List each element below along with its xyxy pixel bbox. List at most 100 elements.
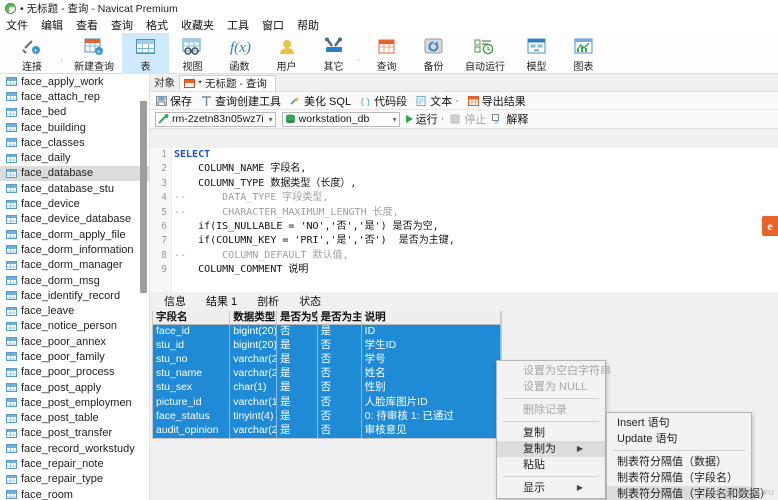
cell-comment[interactable]: ID — [362, 324, 501, 339]
cell-comment[interactable]: 学生ID — [362, 338, 501, 353]
sql-code[interactable]: SELECT COLUMN_NAME 字段名, COLUMN_TYPE 数据类型… — [174, 148, 778, 292]
tab-info[interactable]: 信息 — [154, 293, 196, 309]
table-list-item[interactable]: face_attach_rep — [0, 89, 149, 104]
cell-comment[interactable]: 学号 — [362, 352, 501, 368]
cell-primary-key[interactable]: 否 — [318, 338, 362, 353]
export-result-button[interactable]: 导出结果 — [467, 93, 526, 109]
cell-field-name[interactable]: stu_name — [153, 367, 231, 382]
ribbon-button-model[interactable]: 模型 — [513, 33, 560, 74]
table-list-item[interactable]: face_daily — [0, 150, 149, 165]
cell-comment[interactable]: 姓名 — [362, 367, 501, 382]
query-builder-button[interactable]: 查询创建工具 — [201, 93, 281, 109]
table-list-item[interactable]: face_post_apply — [0, 380, 149, 395]
table-list-item[interactable]: face_dorm_information — [0, 242, 149, 257]
menu-item-favorites[interactable]: 收藏夹 — [181, 17, 223, 33]
table-list-item[interactable]: face_identify_record — [0, 288, 149, 303]
context-menu[interactable]: 设置为空白字符串 设置为 NULL 删除记录 复制 复制为 ▶ 粘贴 显示 ▶ — [496, 360, 611, 499]
context-menu-item-copy[interactable]: 复制 — [497, 425, 605, 441]
submenu-item-tab-separated-data[interactable]: 制表符分隔值（数据） — [607, 454, 751, 470]
ribbon-button-backup[interactable]: 备份 — [410, 33, 457, 74]
beautify-sql-button[interactable]: 美化 SQL — [290, 93, 351, 109]
ribbon-button-automation[interactable]: 自动运行 — [457, 33, 513, 74]
result-grid[interactable]: 字段名 数据类型（长... 是否为空 是否为主键 说明 face_id bigi… — [152, 311, 502, 440]
ribbon-button-other[interactable]: 其它 — [310, 33, 357, 74]
menu-item-format[interactable]: 格式 — [146, 17, 177, 33]
cell-nullable[interactable]: 是 — [277, 338, 318, 353]
table-row[interactable]: stu_name varchar(20) 是 否 姓名 — [153, 367, 501, 382]
table-row[interactable]: picture_id varchar(100) 是 否 人脸库图片ID — [153, 395, 501, 410]
ribbon-button-user[interactable]: 用户 — [263, 33, 310, 74]
table-row[interactable]: face_id bigint(20) 否 是 ID — [153, 324, 501, 339]
table-list-pane[interactable]: face_apply_work face_attach_rep face_bed… — [0, 74, 150, 500]
cell-primary-key[interactable]: 是 — [318, 324, 362, 339]
ribbon-button-view[interactable]: 视图 — [169, 33, 216, 74]
cell-nullable[interactable]: 是 — [277, 367, 318, 382]
cell-primary-key[interactable]: 否 — [318, 352, 362, 368]
table-list-item[interactable]: face_bed — [0, 105, 149, 120]
menu-item-edit[interactable]: 编辑 — [41, 17, 72, 33]
code-snippet-button[interactable]: () 代码段 — [360, 93, 407, 109]
run-dropdown-dot[interactable]: · — [441, 113, 445, 125]
cell-data-type[interactable]: varchar(255) — [230, 423, 278, 439]
cell-nullable[interactable]: 是 — [277, 395, 318, 410]
table-list-item[interactable]: face_building — [0, 120, 149, 135]
cell-field-name[interactable]: face_id — [153, 324, 231, 339]
context-menu-item-paste[interactable]: 粘贴 — [497, 457, 605, 473]
save-button[interactable]: 保存 — [156, 93, 192, 109]
run-button[interactable]: 运行 — [405, 111, 438, 127]
table-list-item[interactable]: face_poor_process — [0, 365, 149, 380]
table-list-item[interactable]: face_poor_family — [0, 349, 149, 364]
table-list-item[interactable]: face_post_table — [0, 411, 149, 426]
tab-status[interactable]: 状态 — [289, 293, 331, 309]
table-list-item[interactable]: face_notice_person — [0, 319, 149, 334]
table-list-item[interactable]: face_classes — [0, 135, 149, 150]
tab-result-1[interactable]: 结果 1 — [196, 293, 247, 309]
copy-as-submenu[interactable]: Insert 语句 Update 语句 制表符分隔值（数据） 制表符分隔值（字段… — [606, 412, 771, 500]
cell-data-type[interactable]: varchar(20) — [230, 352, 278, 368]
cell-comment[interactable]: 人脸库图片ID — [362, 395, 501, 410]
cell-nullable[interactable]: 是 — [277, 423, 318, 439]
ribbon-button-table[interactable]: 表 — [122, 33, 169, 74]
menu-item-help[interactable]: 帮助 — [297, 17, 328, 33]
table-row[interactable]: stu_sex char(1) 是 否 性别 — [153, 381, 501, 396]
menu-item-view[interactable]: 查看 — [76, 17, 107, 33]
cell-field-name[interactable]: stu_sex — [153, 381, 231, 396]
context-menu-item-display[interactable]: 显示 ▶ — [497, 480, 605, 496]
submenu-item-insert-statement[interactable]: Insert 语句 — [607, 415, 751, 431]
cell-field-name[interactable]: stu_no — [153, 352, 231, 368]
submenu-item-update-statement[interactable]: Update 语句 — [607, 431, 751, 447]
column-header-data-type[interactable]: 数据类型（长... — [230, 311, 278, 324]
column-header-nullable[interactable]: 是否为空 — [277, 311, 318, 324]
table-row[interactable]: stu_id bigint(20) 是 否 学生ID — [153, 338, 501, 353]
table-list-scrollbar[interactable] — [140, 101, 147, 293]
cell-primary-key[interactable]: 否 — [318, 409, 362, 424]
explain-button[interactable]: a 解释 — [492, 111, 528, 127]
menu-item-file[interactable]: 文件 — [6, 17, 37, 33]
table-list-item-selected[interactable]: face_database — [0, 165, 149, 182]
cell-field-name[interactable]: picture_id — [153, 395, 231, 410]
cell-data-type[interactable]: bigint(20) — [230, 324, 278, 339]
cell-primary-key[interactable]: 否 — [318, 367, 362, 382]
menu-item-window[interactable]: 窗口 — [262, 17, 293, 33]
table-list-item[interactable]: face_dorm_apply_file — [0, 227, 149, 242]
column-header-comment[interactable]: 说明 — [362, 311, 501, 324]
column-header-field-name[interactable]: 字段名 — [153, 311, 231, 324]
menu-item-tools[interactable]: 工具 — [227, 17, 258, 33]
cell-field-name[interactable]: stu_id — [153, 338, 231, 353]
table-row[interactable]: face_status tinyint(4) 是 否 0: 待审核 1: 已通过 — [153, 409, 501, 424]
column-header-primary-key[interactable]: 是否为主键 — [318, 311, 362, 324]
table-list-item[interactable]: face_post_transfer — [0, 426, 149, 441]
cell-nullable[interactable]: 是 — [277, 381, 318, 396]
table-list-item[interactable]: face_apply_work — [0, 74, 149, 89]
context-menu-item-copy-as[interactable]: 复制为 ▶ — [497, 441, 605, 457]
tab-profile[interactable]: 剖析 — [247, 293, 289, 309]
table-list-item[interactable]: face_dorm_manager — [0, 258, 149, 273]
text-button[interactable]: 文本 — [416, 93, 452, 109]
ribbon-button-query[interactable]: 查询 — [363, 33, 410, 74]
table-list-item[interactable]: face_repair_note — [0, 456, 149, 471]
ribbon-button-function[interactable]: f(x) 函数 — [216, 33, 263, 74]
table-list-item[interactable]: face_repair_type — [0, 472, 149, 487]
table-list-item[interactable]: face_database_stu — [0, 181, 149, 196]
ribbon-button-connection[interactable]: + 连接 — [4, 33, 60, 74]
table-list-item[interactable]: face_post_employmen — [0, 395, 149, 410]
